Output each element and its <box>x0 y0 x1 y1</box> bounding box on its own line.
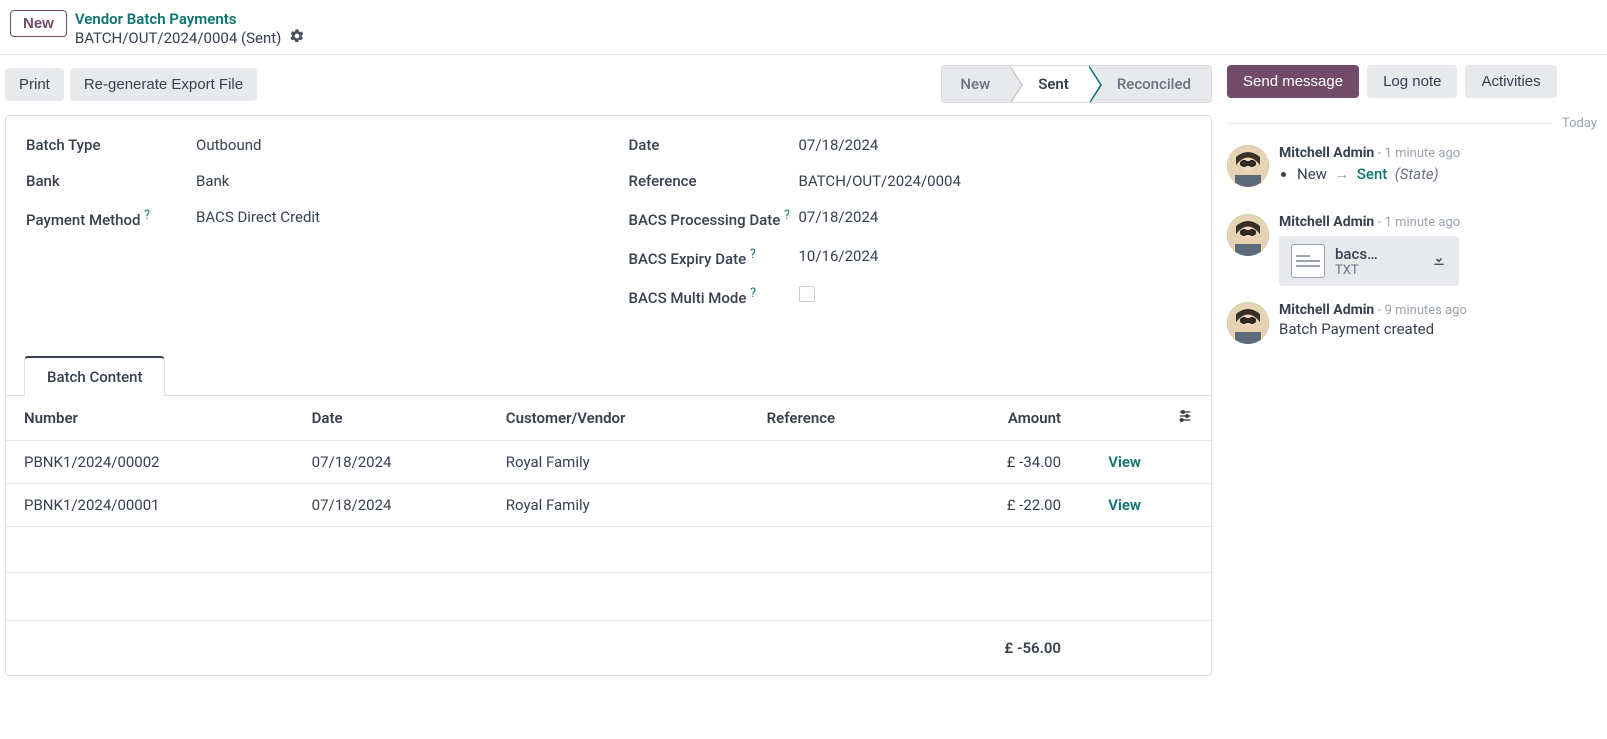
message-item: Mitchell Admin - 9 minutes ago Batch Pay… <box>1227 302 1597 344</box>
value-reference: BATCH/OUT/2024/0004 <box>799 172 1192 190</box>
label-bacs-processing-date: BACS Processing Date ? <box>629 208 799 229</box>
cell-reference <box>749 441 924 484</box>
checkbox-bacs-multi[interactable] <box>799 286 815 302</box>
arrow-icon: → <box>1334 165 1349 183</box>
table-row[interactable]: PBNK1/2024/00001 07/18/2024 Royal Family… <box>6 484 1211 527</box>
message-time: - 9 minutes ago <box>1378 303 1467 318</box>
log-note-button[interactable]: Log note <box>1367 65 1457 98</box>
value-bacs-expiry-date: 10/16/2024 <box>799 247 1192 265</box>
message-author: Mitchell Admin <box>1279 302 1374 318</box>
avatar <box>1227 302 1269 344</box>
tracking-change: New → Sent (State) <box>1297 165 1597 183</box>
breadcrumb-current: BATCH/OUT/2024/0004 (Sent) <box>75 28 306 48</box>
label-bank: Bank <box>26 172 196 190</box>
message-item: Mitchell Admin - 1 minute ago bacs… TXT <box>1227 214 1597 286</box>
record-title: BATCH/OUT/2024/0004 (Sent) <box>75 29 282 47</box>
attachment[interactable]: bacs… TXT <box>1279 236 1459 286</box>
print-button[interactable]: Print <box>5 68 64 101</box>
help-icon[interactable]: ? <box>750 247 756 262</box>
attachment-ext: TXT <box>1335 263 1421 278</box>
value-date: 07/18/2024 <box>799 136 1192 154</box>
cell-date: 07/18/2024 <box>294 484 488 527</box>
value-payment-method: BACS Direct Credit <box>196 208 589 226</box>
col-vendor[interactable]: Customer/Vendor <box>488 396 749 441</box>
breadcrumb: Vendor Batch Payments BATCH/OUT/2024/000… <box>75 10 306 48</box>
cell-reference <box>749 484 924 527</box>
message-text: Batch Payment created <box>1279 320 1597 338</box>
control-panel: New Vendor Batch Payments BATCH/OUT/2024… <box>0 0 1607 55</box>
label-batch-type: Batch Type <box>26 136 196 154</box>
col-date[interactable]: Date <box>294 396 488 441</box>
tabs: Batch Content <box>6 355 1211 396</box>
avatar <box>1227 145 1269 187</box>
label-reference: Reference <box>629 172 799 190</box>
message-time: - 1 minute ago <box>1378 215 1460 230</box>
table-row[interactable]: PBNK1/2024/00002 07/18/2024 Royal Family… <box>6 441 1211 484</box>
cell-date: 07/18/2024 <box>294 441 488 484</box>
value-bacs-multi-mode <box>799 286 1192 306</box>
attachment-name: bacs… <box>1335 245 1421 263</box>
view-link[interactable]: View <box>1108 453 1141 471</box>
value-bank: Bank <box>196 172 589 190</box>
regenerate-export-button[interactable]: Re-generate Export File <box>70 68 257 101</box>
chatter: Send message Log note Activities Today M… <box>1217 55 1607 360</box>
label-bacs-multi-mode: BACS Multi Mode ? <box>629 286 799 307</box>
sliders-icon[interactable] <box>1177 410 1193 428</box>
total-row: £ -56.00 <box>6 621 1211 676</box>
avatar <box>1227 214 1269 256</box>
new-button[interactable]: New <box>10 10 67 37</box>
cell-vendor: Royal Family <box>488 441 749 484</box>
help-icon[interactable]: ? <box>144 208 150 223</box>
cell-number: PBNK1/2024/00002 <box>6 441 294 484</box>
file-icon <box>1291 244 1325 278</box>
spacer-row <box>6 573 1211 621</box>
total-amount: £ -56.00 <box>924 621 1079 676</box>
message-item: Mitchell Admin - 1 minute ago New → Sent… <box>1227 145 1597 198</box>
tab-batch-content[interactable]: Batch Content <box>24 356 165 396</box>
status-bar: New Sent Reconciled <box>941 65 1212 103</box>
cell-number: PBNK1/2024/00001 <box>6 484 294 527</box>
cell-amount: £ -22.00 <box>924 484 1079 527</box>
label-bacs-expiry-date: BACS Expiry Date ? <box>629 247 799 268</box>
message-time: - 1 minute ago <box>1378 146 1460 161</box>
form-sheet: Batch Type Outbound Bank Bank Payment Me… <box>5 115 1212 676</box>
value-bacs-processing-date: 07/18/2024 <box>799 208 1192 226</box>
breadcrumb-parent-link[interactable]: Vendor Batch Payments <box>75 10 306 28</box>
date-separator: Today <box>1227 116 1597 131</box>
status-step-reconciled[interactable]: Reconciled <box>1089 66 1211 102</box>
empty-row <box>6 527 1211 573</box>
label-date: Date <box>629 136 799 154</box>
send-message-button[interactable]: Send message <box>1227 65 1359 98</box>
help-icon[interactable]: ? <box>784 208 790 223</box>
status-step-new[interactable]: New <box>942 66 1010 102</box>
col-number[interactable]: Number <box>6 396 294 441</box>
download-icon[interactable] <box>1431 251 1447 271</box>
cell-vendor: Royal Family <box>488 484 749 527</box>
view-link[interactable]: View <box>1108 496 1141 514</box>
label-payment-method: Payment Method ? <box>26 208 196 229</box>
gear-icon[interactable] <box>289 28 305 48</box>
col-amount[interactable]: Amount <box>924 396 1079 441</box>
message-author: Mitchell Admin <box>1279 145 1374 161</box>
batch-content-table: Number Date Customer/Vendor Reference Am… <box>6 396 1211 675</box>
activities-button[interactable]: Activities <box>1465 65 1556 98</box>
help-icon[interactable]: ? <box>750 286 756 301</box>
message-author: Mitchell Admin <box>1279 214 1374 230</box>
cell-amount: £ -34.00 <box>924 441 1079 484</box>
value-batch-type: Outbound <box>196 136 589 154</box>
col-reference[interactable]: Reference <box>749 396 924 441</box>
